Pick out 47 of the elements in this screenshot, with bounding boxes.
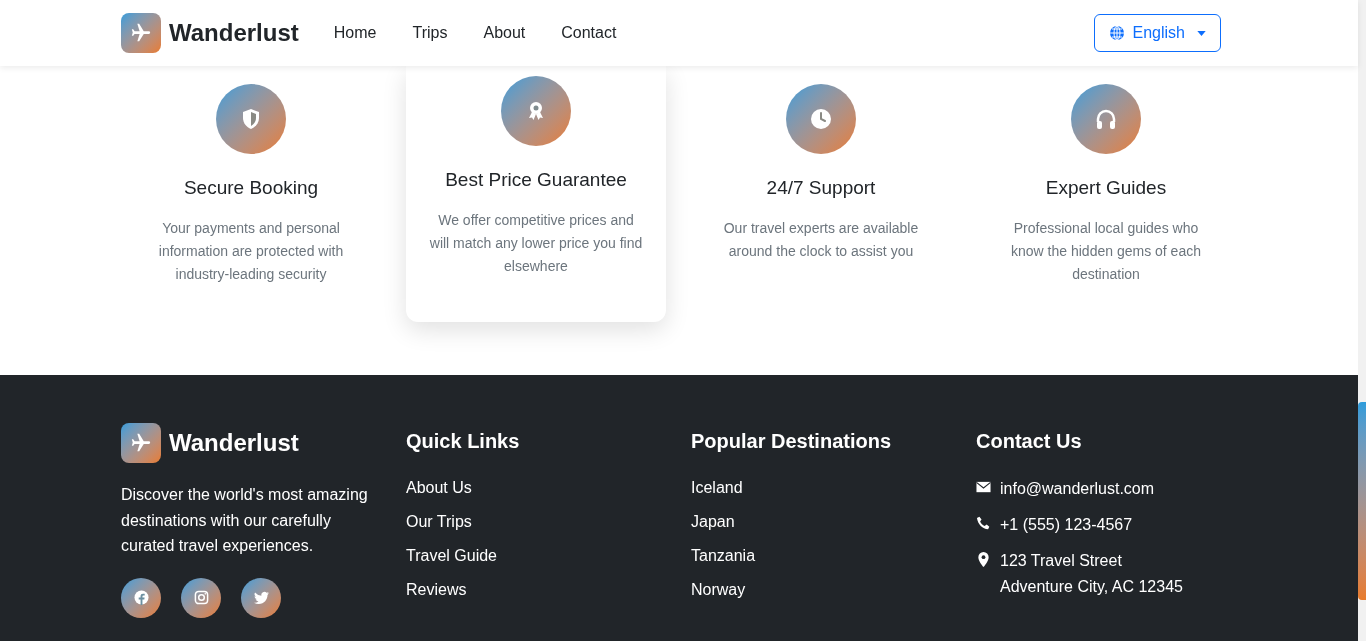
footer-description: Discover the world's most amazing destinations with our carefully curated travel experiences. (121, 485, 369, 556)
footer-brand-name: Wanderlust (169, 428, 299, 458)
footer-link[interactable]: Our Trips (406, 510, 691, 534)
brand-name[interactable]: Wanderlust (169, 15, 299, 51)
feature-title: Secure Booking (183, 176, 319, 200)
footer-link[interactable]: Japan (691, 510, 976, 534)
contact-text: 123 Travel Street Adventure City, AC 12345 (1000, 551, 1183, 597)
feature-description: We offer competitive prices and will match any lower price you find elsewhere (428, 210, 644, 276)
social-link[interactable] (121, 577, 161, 618)
footer-heading: Contact Us (976, 429, 1083, 454)
nav-link[interactable]: Contact (561, 21, 617, 45)
map-pin-icon (976, 552, 991, 567)
clock-icon (809, 107, 833, 131)
footer-heading: Quick Links (406, 429, 521, 454)
feature-description: Professional local guides who know the hidden gems of each destination (1010, 218, 1202, 284)
feature-title: Expert Guides (1045, 176, 1167, 200)
footer-link[interactable]: Travel Guide (406, 544, 691, 568)
feature-title: Best Price Guarantee (445, 168, 627, 192)
caret-icon (1197, 30, 1206, 36)
headphones-icon (1094, 107, 1118, 131)
feature-description: Your payments and personal information are protected with industry-leading security (157, 218, 345, 284)
nav-link[interactable]: Trips (412, 21, 448, 45)
social-link[interactable] (181, 577, 221, 618)
twitter-icon (253, 590, 269, 605)
feature-title: 24/7 Support (766, 176, 876, 200)
footer-link[interactable]: Iceland (691, 476, 976, 500)
footer-heading: Popular Destinations (691, 429, 893, 454)
phone-icon (976, 516, 991, 531)
facebook-icon (133, 590, 149, 605)
footer-link[interactable]: Reviews (406, 578, 691, 602)
airplane-icon (130, 22, 152, 44)
footer-link[interactable]: Tanzania (691, 544, 976, 568)
globe-icon (1108, 25, 1125, 41)
nav-link[interactable]: About (483, 21, 526, 45)
language-button[interactable]: English (1093, 14, 1221, 52)
feature-description: Our travel experts are available around the clock to assist you (722, 218, 920, 261)
envelope-icon (976, 480, 991, 495)
scrollbar-thumb[interactable] (1358, 402, 1366, 600)
social-link[interactable] (241, 577, 281, 618)
scrollbar[interactable] (1358, 0, 1366, 641)
nav-link[interactable]: Home (333, 21, 377, 45)
contact-text: info@wanderlust.com (1000, 479, 1155, 499)
airplane-icon (130, 432, 152, 454)
footer-link[interactable]: Norway (691, 578, 976, 602)
contact-text: +1 (555) 123-4567 (1000, 515, 1133, 535)
instagram-icon (193, 590, 209, 605)
footer-link[interactable]: About Us (406, 476, 691, 500)
